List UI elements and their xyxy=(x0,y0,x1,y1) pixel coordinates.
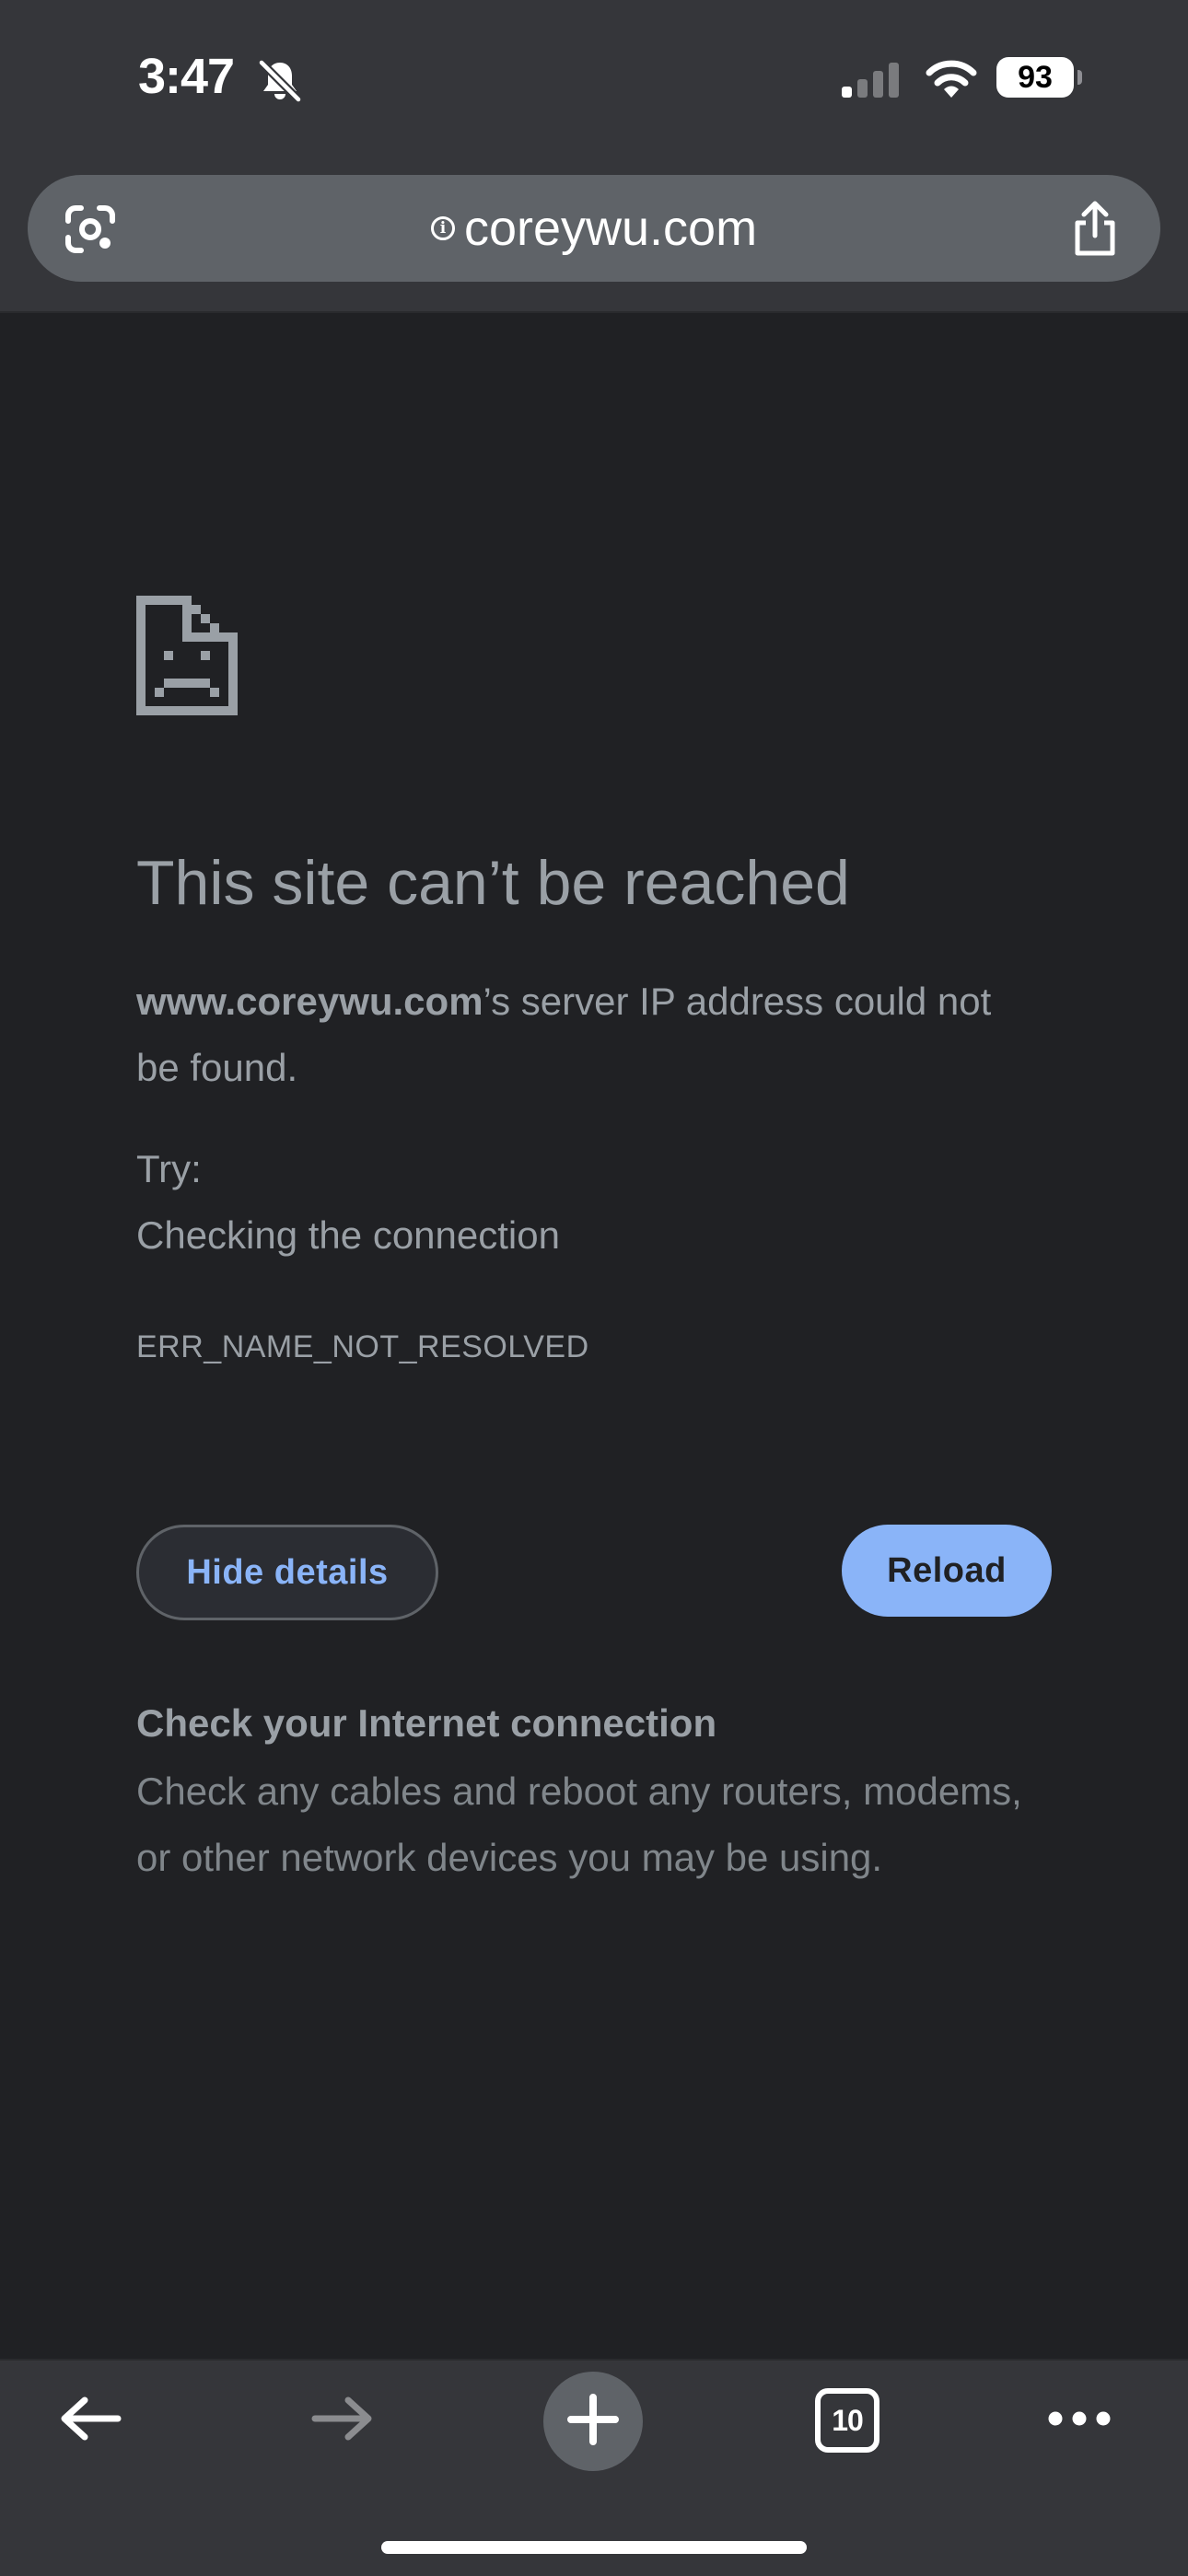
tab-switcher-icon: 10 xyxy=(815,2388,879,2453)
info-icon[interactable]: i xyxy=(430,216,455,240)
forward-button[interactable] xyxy=(297,2361,389,2480)
details-heading: Check your Internet connection xyxy=(136,1701,717,1745)
reload-button[interactable]: Reload xyxy=(842,1525,1052,1617)
battery-level: 93 xyxy=(996,57,1074,98)
plus-icon xyxy=(567,2393,619,2450)
address-bar[interactable]: i coreywu.com xyxy=(28,175,1160,282)
error-title: This site can’t be reached xyxy=(136,848,850,918)
back-button[interactable] xyxy=(44,2361,136,2480)
error-host: www.coreywu.com xyxy=(136,980,483,1023)
cellular-signal-icon xyxy=(840,61,904,102)
new-tab-button[interactable] xyxy=(543,2372,643,2471)
home-indicator[interactable] xyxy=(381,2541,807,2554)
share-icon[interactable] xyxy=(1066,199,1124,262)
error-description: www.coreywu.com’s server IP address coul… xyxy=(136,969,1039,1101)
hide-details-button[interactable]: Hide details xyxy=(136,1525,438,1620)
status-time: 3:47 xyxy=(138,49,235,104)
tab-switcher-button[interactable]: 10 xyxy=(801,2361,893,2480)
error-code: ERR_NAME_NOT_RESOLVED xyxy=(136,1329,589,1364)
tab-count: 10 xyxy=(832,2403,864,2437)
more-menu-button[interactable] xyxy=(1033,2361,1125,2480)
wifi-icon xyxy=(923,57,980,104)
more-dots-icon xyxy=(1046,2409,1112,2432)
battery-icon: 93 xyxy=(996,57,1082,98)
bell-slash-icon xyxy=(256,57,304,110)
top-browser-chrome: 3:47 93 i coreywu.com xyxy=(0,0,1188,313)
try-suggestion: Checking the connection xyxy=(136,1213,560,1257)
back-arrow-icon xyxy=(57,2393,123,2449)
try-label: Try: xyxy=(136,1147,202,1190)
sad-document-icon xyxy=(136,595,238,721)
details-body: Check any cables and reboot any routers,… xyxy=(136,1770,1022,1879)
url-text[interactable]: coreywu.com xyxy=(464,200,757,257)
forward-arrow-icon xyxy=(309,2393,376,2449)
